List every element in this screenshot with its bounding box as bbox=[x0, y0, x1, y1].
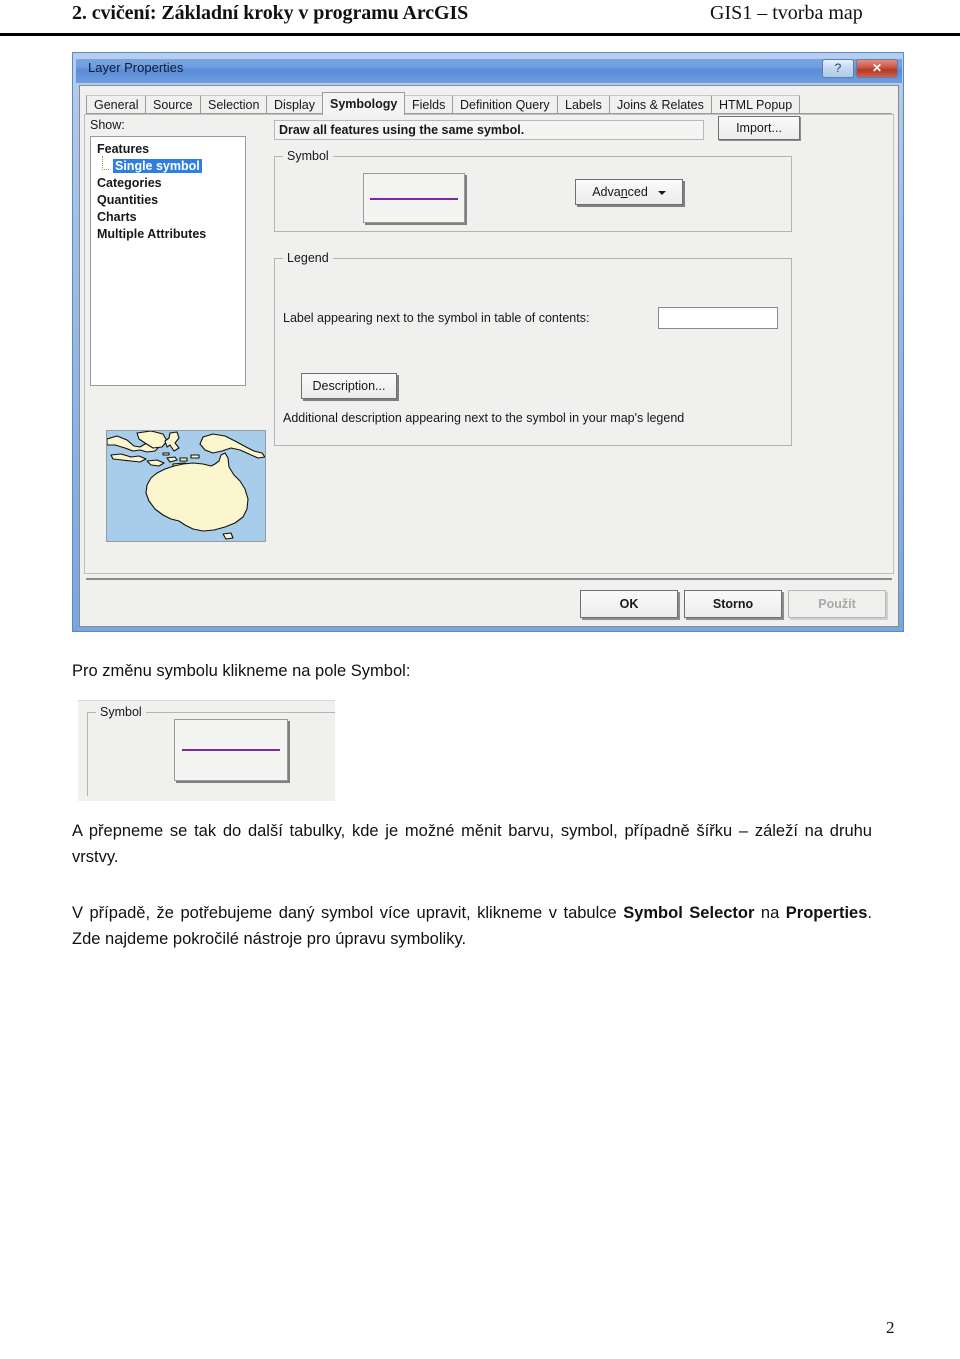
tab-fields[interactable]: Fields bbox=[404, 95, 454, 114]
show-item-label: Categories bbox=[97, 176, 162, 190]
header-right-title: GIS1 – tvorba map bbox=[710, 2, 863, 24]
symbol-crop-title: Symbol bbox=[96, 705, 146, 719]
advanced-label-prefix: Adva bbox=[592, 185, 621, 199]
dialog-body: General Source Selection Display Symbology Fi… bbox=[79, 85, 899, 627]
tab-labels[interactable]: Labels bbox=[557, 95, 610, 114]
legend-label-input[interactable] bbox=[658, 307, 778, 329]
button-bar-separator bbox=[86, 578, 892, 580]
help-icon[interactable]: ? bbox=[822, 59, 854, 78]
paragraph-three-part1: V případě, že potřebujeme daný symbol ví… bbox=[72, 904, 624, 922]
symbol-groupbox-crop: Symbol bbox=[78, 700, 335, 801]
symbol-groupbox-title: Symbol bbox=[283, 149, 333, 163]
legend-additional-description: Additional description appearing next to… bbox=[283, 411, 685, 425]
show-item-label: Multiple Attributes bbox=[97, 227, 207, 241]
paragraph-one: Pro změnu symbolu klikneme na pole Symbo… bbox=[72, 662, 411, 680]
legend-groupbox: Legend Label appearing next to the symbo… bbox=[274, 251, 792, 446]
show-item-charts[interactable]: Charts bbox=[91, 209, 245, 226]
legend-groupbox-title: Legend bbox=[283, 251, 333, 265]
map-preview-svg bbox=[107, 431, 265, 541]
cancel-button[interactable]: Storno bbox=[684, 590, 782, 618]
dialog-title: Layer Properties bbox=[88, 60, 184, 75]
symbol-crop-swatch[interactable] bbox=[174, 719, 288, 781]
symbol-crop-line-preview bbox=[182, 749, 280, 751]
show-list[interactable]: Features Single symbol Categories Quantitie… bbox=[90, 136, 246, 386]
map-preview-thumbnail bbox=[106, 430, 266, 542]
show-item-label: Charts bbox=[97, 210, 137, 224]
show-item-label: Features bbox=[97, 142, 150, 156]
tab-joins-relates[interactable]: Joins & Relates bbox=[609, 95, 712, 114]
tab-html-popup[interactable]: HTML Popup bbox=[711, 95, 801, 114]
show-item-multiple-attributes[interactable]: Multiple Attributes bbox=[91, 226, 245, 243]
paragraph-three-bold1: Symbol Selector bbox=[623, 904, 755, 922]
tab-strip: General Source Selection Display Symbology Fi… bbox=[86, 92, 892, 115]
header-rule bbox=[0, 33, 960, 36]
paragraph-three-part2: na bbox=[754, 904, 786, 922]
paragraph-three: V případě, že potřebujeme daný symbol ví… bbox=[72, 900, 872, 952]
tab-definition-query[interactable]: Definition Query bbox=[452, 95, 558, 114]
paragraph-two: A přepneme se tak do další tabulky, kde … bbox=[72, 822, 872, 866]
ok-button[interactable]: OK bbox=[580, 590, 678, 618]
symbol-swatch-button[interactable] bbox=[363, 173, 465, 223]
advanced-label-accel: n bbox=[620, 185, 628, 199]
symbol-groupbox: Symbol Advanced bbox=[274, 149, 792, 232]
show-item-single-symbol[interactable]: Single symbol bbox=[91, 156, 245, 175]
advanced-label-suffix: ced bbox=[627, 185, 648, 199]
tab-symbology[interactable]: Symbology bbox=[322, 92, 406, 115]
document-header: 2. cvičení: Základní kroky v programu Ar… bbox=[0, 0, 960, 42]
tab-general[interactable]: General bbox=[86, 95, 147, 114]
show-item-categories[interactable]: Categories bbox=[91, 175, 245, 192]
page-number: 2 bbox=[886, 1318, 895, 1337]
show-item-quantities[interactable]: Quantities bbox=[91, 192, 245, 209]
apply-button: Použít bbox=[788, 590, 886, 618]
tab-display[interactable]: Display bbox=[266, 95, 323, 114]
draw-description-label: Draw all features using the same symbol. bbox=[274, 120, 704, 140]
show-item-features[interactable]: Features bbox=[91, 141, 245, 158]
header-left-title: 2. cvičení: Základní kroky v programu Ar… bbox=[72, 2, 469, 24]
paragraph-three-bold2: Properties bbox=[785, 904, 868, 922]
import-button[interactable]: Import... bbox=[718, 116, 800, 140]
show-label: Show: bbox=[90, 118, 125, 132]
legend-label-caption: Label appearing next to the symbol in ta… bbox=[283, 311, 590, 325]
tab-selection[interactable]: Selection bbox=[200, 95, 268, 114]
dialog-titlebar: Layer Properties ? ✕ bbox=[76, 56, 902, 83]
layer-properties-dialog: Layer Properties ? ✕ General Source Select… bbox=[72, 52, 904, 632]
description-button[interactable]: Description... bbox=[301, 373, 397, 399]
close-icon[interactable]: ✕ bbox=[856, 59, 898, 78]
tab-source[interactable]: Source bbox=[145, 95, 201, 114]
advanced-button[interactable]: Advanced bbox=[575, 179, 683, 205]
tab-underline bbox=[86, 113, 892, 114]
show-item-label: Quantities bbox=[97, 193, 159, 207]
symbol-line-preview bbox=[370, 198, 458, 200]
chevron-down-icon bbox=[657, 190, 666, 195]
show-item-label: Single symbol bbox=[113, 159, 202, 173]
